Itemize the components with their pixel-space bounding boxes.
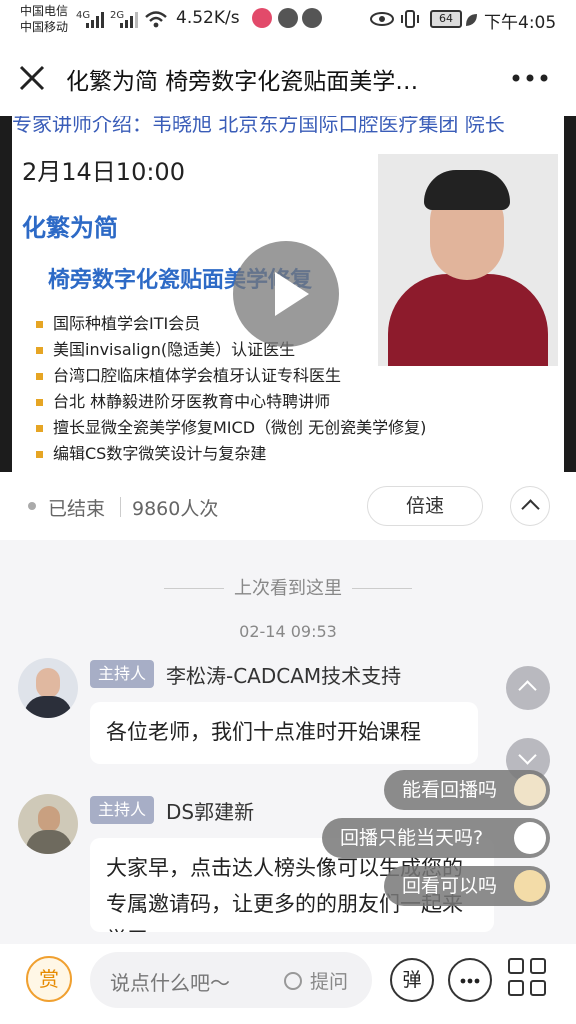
scroll-up-button[interactable]	[506, 666, 550, 710]
title-bar: 化繁为简 椅旁数字化瓷贴面美学…	[0, 40, 576, 116]
message-app-icon	[302, 8, 322, 28]
chevron-up-icon	[518, 680, 537, 699]
close-icon[interactable]	[14, 60, 50, 96]
slide-bullet: 美国invisalign(隐适美）认证医生	[36, 336, 295, 360]
eye-icon	[370, 12, 394, 26]
status-dot-icon	[28, 502, 36, 510]
comment-placeholder: 说点什么吧～	[110, 971, 230, 995]
slide-bullet: 台北 林静毅进阶牙医教育中心特聘讲师	[36, 388, 330, 412]
divider	[352, 588, 412, 589]
wifi-icon	[145, 11, 167, 28]
message-bubble: 各位老师，我们十点准时开始课程	[90, 702, 478, 764]
slide-bullet: 编辑CS数字微笑设计与复杂建	[36, 440, 266, 464]
divider	[120, 497, 121, 517]
danmu-message: 回看可以吗	[384, 866, 550, 906]
comment-input[interactable]: 说点什么吧～ 提问	[90, 952, 372, 1008]
sender-name: 李松涛-CADCAM技术支持	[166, 664, 402, 688]
collapse-button[interactable]	[510, 486, 550, 526]
question-toggle-label[interactable]: 提问	[310, 967, 348, 994]
chevron-down-icon	[518, 746, 537, 765]
slide-bullet: 台湾口腔临床植体学会植牙认证专科医生	[36, 362, 341, 386]
grid-icon[interactable]	[508, 958, 548, 998]
vibrate-icon	[401, 10, 419, 28]
view-count: 9860人次	[132, 498, 219, 520]
chevron-up-icon	[521, 499, 540, 518]
video-player[interactable]: 专家讲师介绍：韦晓旭 北京东方国际口腔医疗集团 院长 2月14日10:00 化繁…	[0, 116, 576, 472]
reward-button[interactable]: 赏	[26, 956, 72, 1002]
danmu-avatar	[514, 774, 546, 806]
clock: 下午4:05	[484, 13, 557, 33]
battery-indicator: 64	[430, 10, 462, 28]
video-info-bar: 已结束 9860人次 倍速	[0, 472, 576, 540]
avatar[interactable]	[18, 794, 78, 854]
slide-bullet: 国际种植学会ITI会员	[36, 310, 200, 334]
speaker-photo	[378, 154, 558, 366]
host-badge: 主持人	[90, 660, 155, 688]
message-timestamp: 02-14 09:53	[239, 622, 337, 641]
carrier-labels: 中国电信 中国移动	[20, 3, 68, 35]
danmu-message: 回播只能当天吗?	[322, 818, 550, 858]
status-bar: 中国电信 中国移动 4G 2G 4.52K/s 64 下午4:05	[0, 0, 576, 40]
music-app-icon	[278, 8, 298, 28]
video-app-icon	[252, 8, 272, 28]
signal-icon	[86, 12, 104, 28]
host-badge: 主持人	[90, 796, 155, 824]
danmu-toggle-button[interactable]: 弹	[390, 958, 434, 1002]
signal-2-icon	[120, 12, 138, 28]
playback-speed-button[interactable]: 倍速	[367, 486, 483, 526]
danmu-text: 回看可以吗	[402, 875, 498, 897]
chat-icon[interactable]	[448, 958, 492, 1002]
play-icon	[275, 272, 309, 316]
last-seen-marker: 上次看到这里	[234, 578, 342, 599]
danmu-avatar	[514, 822, 546, 854]
bottom-bar: 赏 说点什么吧～ 提问 弹	[0, 944, 576, 1024]
slide-speaker-intro: 专家讲师介绍：韦晓旭 北京东方国际口腔医疗集团 院长	[12, 116, 505, 136]
carrier-2: 中国移动	[20, 20, 69, 34]
page-title: 化繁为简 椅旁数字化瓷贴面美学…	[66, 69, 419, 95]
more-icon[interactable]	[510, 58, 550, 102]
danmu-text: 能看回播吗	[402, 779, 498, 801]
slide-date: 2月14日10:00	[22, 158, 185, 186]
avatar[interactable]	[18, 658, 78, 718]
leaf-icon	[466, 14, 477, 26]
slide-headline: 化繁为简	[22, 214, 118, 242]
play-button[interactable]	[233, 241, 339, 347]
live-status: 已结束	[48, 498, 106, 520]
question-toggle-icon[interactable]	[284, 972, 302, 990]
slide-bullet: 擅长显微全瓷美学修复MICD（微创 无创瓷美学修复)	[36, 414, 426, 438]
danmu-text: 回播只能当天吗?	[340, 827, 484, 849]
danmu-avatar	[514, 870, 546, 902]
carrier-1: 中国电信	[20, 4, 69, 18]
network-speed: 4.52K/s	[176, 8, 240, 28]
danmu-message: 能看回播吗	[384, 770, 550, 810]
